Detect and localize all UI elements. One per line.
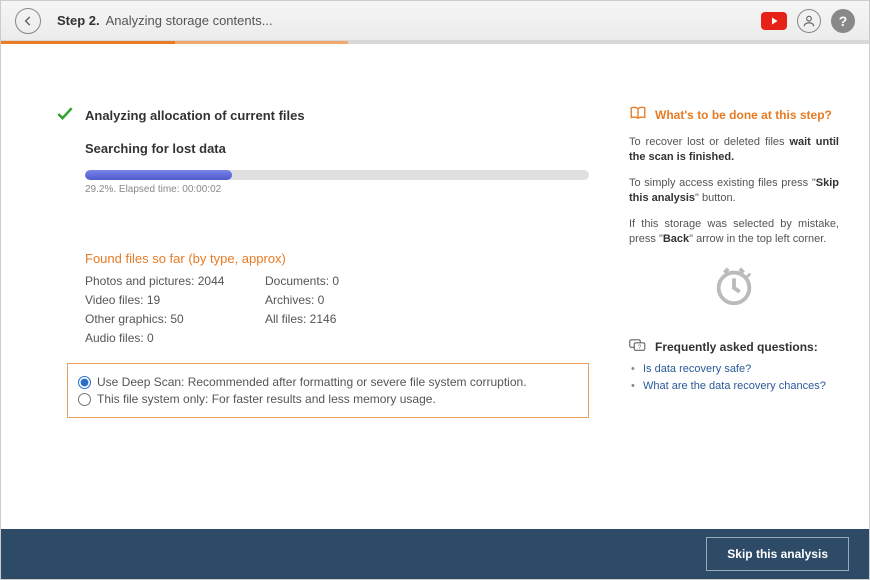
progress-bar <box>85 170 589 180</box>
user-button[interactable] <box>797 9 821 33</box>
scan-radio-deep[interactable] <box>78 376 91 389</box>
stage-subtitle: Searching for lost data <box>85 141 589 156</box>
header-bar: Step 2. Analyzing storage contents... ? <box>1 1 869 41</box>
found-archives: Archives: 0 <box>265 293 445 307</box>
faq-link-1[interactable]: Is data recovery safe? <box>643 363 751 375</box>
clock-icon <box>711 300 757 312</box>
info-p1: To recover lost or deleted files wait un… <box>629 135 839 166</box>
step-number: Step 2. <box>57 13 100 28</box>
progress-bar-fill <box>85 170 232 180</box>
found-documents: Documents: 0 <box>265 274 445 288</box>
progress-text: 29.2%. Elapsed time: 00:00:02 <box>85 184 589 195</box>
scan-label-fs: This file system only: For faster result… <box>97 392 436 406</box>
play-icon <box>768 15 780 27</box>
back-button[interactable] <box>15 8 41 34</box>
stage-title: Analyzing allocation of current files <box>85 108 305 123</box>
faq-icon: ? <box>629 338 647 355</box>
youtube-button[interactable] <box>761 12 787 30</box>
book-icon <box>629 104 647 125</box>
faq-item: What are the data recovery chances? <box>629 380 839 392</box>
found-video: Video files: 19 <box>85 293 265 307</box>
faq-title: Frequently asked questions: <box>655 340 818 354</box>
scan-options: Use Deep Scan: Recommended after formatt… <box>67 363 589 418</box>
scan-option-deep[interactable]: Use Deep Scan: Recommended after formatt… <box>78 375 578 389</box>
user-icon <box>802 14 816 28</box>
step-progress-strip <box>1 41 869 44</box>
faq-link-2[interactable]: What are the data recovery chances? <box>643 380 826 392</box>
found-grid: Photos and pictures: 2044 Documents: 0 V… <box>85 274 589 345</box>
info-p3: If this storage was selected by mistake,… <box>629 217 839 248</box>
found-all: All files: 2146 <box>265 312 445 326</box>
step-label: Step 2. Analyzing storage contents... <box>57 13 273 28</box>
check-icon <box>55 104 75 127</box>
scan-radio-fs[interactable] <box>78 393 91 406</box>
faq-item: Is data recovery safe? <box>629 363 839 375</box>
info-p2: To simply access existing files press "S… <box>629 176 839 207</box>
footer-bar: Skip this analysis <box>1 529 869 579</box>
found-audio: Audio files: 0 <box>85 331 265 345</box>
step-text: Analyzing storage contents... <box>106 13 273 28</box>
found-title: Found files so far (by type, approx) <box>85 251 589 266</box>
question-icon: ? <box>839 13 848 29</box>
found-photos: Photos and pictures: 2044 <box>85 274 265 288</box>
arrow-left-icon <box>21 14 35 28</box>
found-other: Other graphics: 50 <box>85 312 265 326</box>
scan-option-fs[interactable]: This file system only: For faster result… <box>78 392 578 406</box>
skip-button[interactable]: Skip this analysis <box>706 537 849 571</box>
help-button[interactable]: ? <box>831 9 855 33</box>
scan-label-deep: Use Deep Scan: Recommended after formatt… <box>97 375 527 389</box>
info-title: What's to be done at this step? <box>655 108 832 122</box>
